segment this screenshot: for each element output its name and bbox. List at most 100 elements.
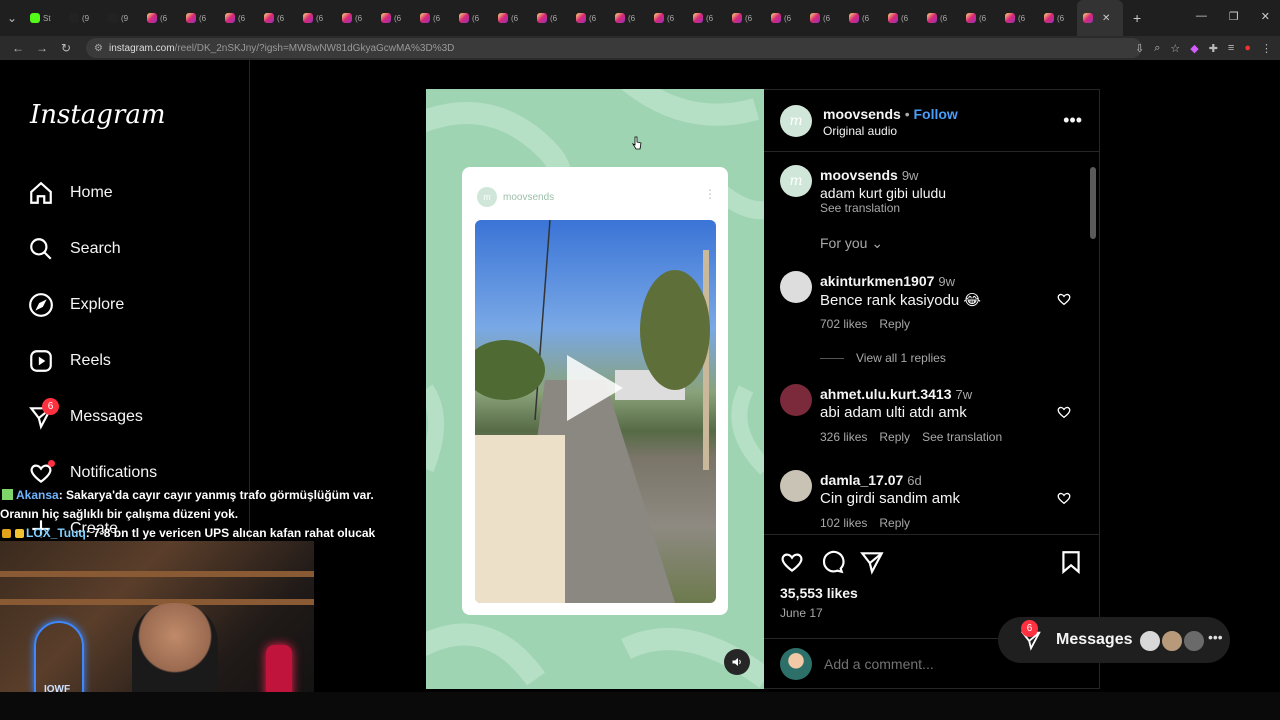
author-avatar[interactable]: m — [780, 105, 812, 137]
address-bar[interactable]: ⚙ instagram.com/reel/DK_2nSKJny/?igsh=MW… — [86, 38, 1142, 58]
extension-icon[interactable]: ◆ — [1190, 42, 1198, 55]
browser-tab[interactable]: (6 — [765, 0, 804, 36]
instagram-logo[interactable]: Instagram — [30, 100, 166, 130]
site-info-icon[interactable]: ⚙ — [94, 43, 103, 54]
minimize-icon[interactable]: — — [1196, 10, 1207, 23]
browser-tab[interactable]: (6 — [258, 0, 297, 36]
browser-tab[interactable]: (6 — [375, 0, 414, 36]
sidebar-item-reels[interactable]: Reels — [28, 346, 111, 376]
browser-tab[interactable]: (6 — [726, 0, 765, 36]
comment-avatar[interactable] — [780, 470, 812, 502]
sidebar-item-messages[interactable]: 6 Messages — [28, 398, 143, 432]
browser-tab[interactable]: St — [24, 0, 63, 36]
follow-button[interactable]: Follow — [914, 106, 958, 122]
comment-username[interactable]: ahmet.ulu.kurt.3413 — [820, 386, 952, 402]
browser-tab[interactable]: (6 — [960, 0, 999, 36]
browser-tab[interactable]: (9 — [102, 0, 141, 36]
browser-tab[interactable]: ✕ — [1077, 0, 1123, 36]
extensions-puzzle-icon[interactable]: ✚ — [1209, 42, 1218, 55]
caption-translate[interactable]: See translation — [820, 201, 900, 215]
comment-likes[interactable]: 702 likes — [820, 317, 867, 331]
reel-video-player[interactable]: m moovsends ⋮ — [426, 89, 764, 689]
browser-tab[interactable]: (6 — [921, 0, 960, 36]
post-date: June 17 — [780, 606, 823, 620]
restore-icon[interactable]: ❐ — [1229, 10, 1239, 23]
translate-button[interactable]: See translation — [922, 430, 1002, 444]
comment-icon[interactable] — [819, 549, 845, 575]
profile-icon[interactable]: ● — [1244, 42, 1251, 54]
back-icon[interactable]: ← — [6, 41, 30, 55]
browser-tab[interactable]: (6 — [336, 0, 375, 36]
menu-icon[interactable]: ⋮ — [1261, 42, 1272, 55]
comment-username[interactable]: akinturkmen1907 — [820, 273, 934, 289]
install-icon[interactable]: ⇩ — [1135, 42, 1144, 55]
comments-list[interactable]: m moovsends 9w adam kurt gibi uludu See t… — [764, 153, 1100, 531]
reply-button[interactable]: Reply — [879, 430, 910, 444]
like-heart-icon[interactable] — [779, 549, 805, 575]
bookmark-star-icon[interactable]: ☆ — [1170, 42, 1180, 55]
browser-tab[interactable]: (6 — [141, 0, 180, 36]
zoom-icon[interactable]: ⌕ — [1154, 42, 1160, 55]
author-username[interactable]: moovsends — [823, 106, 901, 122]
instagram-icon — [147, 13, 157, 23]
close-tab-icon[interactable]: ✕ — [1102, 13, 1110, 24]
browser-tab[interactable]: (6 — [999, 0, 1038, 36]
tiktok-icon — [108, 13, 118, 23]
caption-avatar[interactable]: m — [780, 165, 812, 197]
browser-tab[interactable]: (6 — [882, 0, 921, 36]
browser-tab[interactable]: (6 — [687, 0, 726, 36]
sidebar-item-search[interactable]: Search — [28, 234, 121, 264]
browser-tab[interactable]: (6 — [453, 0, 492, 36]
browser-tab[interactable]: (6 — [531, 0, 570, 36]
browser-tab[interactable]: (6 — [492, 0, 531, 36]
likes-count[interactable]: 35,553 likes — [780, 585, 858, 601]
comment-likes[interactable]: 102 likes — [820, 516, 867, 530]
reload-icon[interactable]: ↻ — [54, 41, 78, 55]
browser-tab[interactable]: (6 — [297, 0, 336, 36]
mute-button[interactable] — [724, 649, 750, 675]
browser-tab[interactable]: (6 — [843, 0, 882, 36]
browser-tab[interactable]: (6 — [219, 0, 258, 36]
comment-like-heart-icon[interactable] — [1056, 291, 1072, 307]
comment-username[interactable]: damla_17.07 — [820, 472, 903, 488]
share-icon[interactable] — [859, 549, 885, 575]
messages-floating-button[interactable]: 6 Messages ••• — [998, 617, 1230, 663]
browser-tab[interactable]: (6 — [414, 0, 453, 36]
comments-scrollbar[interactable] — [1090, 155, 1096, 529]
browser-tab[interactable]: (6 — [804, 0, 843, 36]
reply-button[interactable]: Reply — [879, 317, 910, 331]
new-tab-icon[interactable]: + — [1133, 10, 1141, 26]
comment-avatar[interactable] — [780, 384, 812, 416]
browser-tab[interactable]: (6 — [609, 0, 648, 36]
tab-search-icon[interactable]: ⌄ — [0, 11, 24, 25]
browser-tab[interactable]: (6 — [570, 0, 609, 36]
sidebar-item-notifications[interactable]: Notifications — [28, 458, 157, 488]
forward-icon[interactable]: → — [30, 41, 54, 55]
sidebar-item-explore[interactable]: Explore — [28, 290, 124, 320]
browser-tab[interactable]: (6 — [648, 0, 687, 36]
media-icon[interactable]: ≡ — [1228, 42, 1234, 54]
play-icon[interactable] — [567, 355, 623, 421]
for-you-dropdown[interactable]: For you ⌄ — [820, 235, 883, 252]
add-comment-input[interactable]: Add a comment... — [824, 656, 934, 672]
browser-tab[interactable]: (9 — [63, 0, 102, 36]
browser-tab[interactable]: (6 — [1038, 0, 1077, 36]
instagram-icon — [342, 13, 352, 23]
close-window-icon[interactable]: ✕ — [1261, 10, 1270, 23]
audio-link[interactable]: Original audio — [823, 124, 897, 138]
comment-avatar[interactable] — [780, 271, 812, 303]
scrollbar-thumb[interactable] — [1090, 167, 1096, 239]
sidebar-item-label: Notifications — [70, 464, 158, 481]
caption-username[interactable]: moovsends — [820, 167, 898, 183]
comment-likes[interactable]: 326 likes — [820, 430, 867, 444]
video-frame[interactable] — [475, 220, 716, 603]
more-options-icon[interactable]: ••• — [1063, 110, 1082, 131]
save-bookmark-icon[interactable] — [1058, 549, 1084, 575]
instagram-icon — [849, 13, 859, 23]
view-replies-button[interactable]: View all 1 replies — [820, 351, 946, 365]
sidebar-item-home[interactable]: Home — [28, 178, 113, 208]
browser-tab[interactable]: (6 — [180, 0, 219, 36]
comment-like-heart-icon[interactable] — [1056, 404, 1072, 420]
comment-like-heart-icon[interactable] — [1056, 490, 1072, 506]
reply-button[interactable]: Reply — [879, 516, 910, 530]
